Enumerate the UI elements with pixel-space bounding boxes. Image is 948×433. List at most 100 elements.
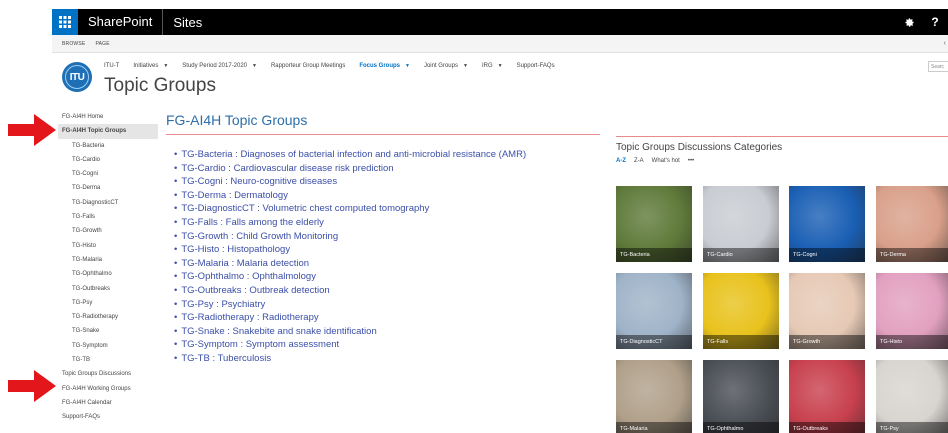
gear-icon[interactable] (896, 9, 922, 35)
sort-option[interactable]: Z-A (634, 158, 644, 164)
category-tile[interactable]: TG-Psy (876, 360, 948, 433)
sort-option[interactable]: A-Z (616, 158, 626, 164)
category-tile[interactable]: TG-Cardio (703, 186, 779, 262)
topic-link[interactable]: TG-Psy : Psychiatry (174, 298, 526, 312)
topic-link[interactable]: TG-Falls : Falls among the elderly (174, 216, 526, 230)
topnav-item[interactable]: Joint Groups ▼ (424, 63, 468, 69)
ribbon-tab-page[interactable]: PAGE (95, 41, 109, 47)
help-button[interactable]: ? (922, 9, 948, 35)
leftnav-item[interactable]: TG-Snake (58, 324, 158, 338)
discussions-title: Topic Groups Discussions Categories (616, 142, 783, 153)
topnav-item-label: Focus Groups (359, 63, 401, 69)
divider (166, 134, 600, 135)
leftnav-item[interactable]: FG-AI4H Home (58, 110, 158, 124)
tile-caption: TG-Psy (876, 422, 948, 433)
tile-caption: TG-Growth (789, 335, 865, 349)
leftnav-item[interactable]: TG-Derma (58, 181, 158, 195)
caret-down-icon[interactable]: ▼ (252, 63, 257, 69)
topic-link[interactable]: TG-Ophthalmo : Ophthalmology (174, 270, 526, 284)
suite-bar: SharePoint Sites ? (52, 9, 948, 35)
leftnav-item[interactable]: FG-AI4H Topic Groups (58, 124, 158, 139)
tile-caption: TG-Derma (876, 248, 948, 262)
topnav-item[interactable]: ITU-T (104, 63, 119, 69)
category-tile[interactable]: TG-Bacteria (616, 186, 692, 262)
topnav-item-label: Rapporteur Group Meetings (270, 63, 346, 69)
leftnav-item[interactable]: Support-FAQs (58, 410, 158, 424)
caret-down-icon[interactable]: ▼ (463, 63, 468, 69)
topnav-item[interactable]: Support-FAQs (517, 63, 555, 69)
sites-link[interactable]: Sites (173, 15, 202, 30)
left-navigation: FG-AI4H Home FG-AI4H Topic Groups TG-Bacte… (58, 110, 158, 425)
chevron-left-icon[interactable]: ‹ (943, 40, 946, 47)
topnav-item[interactable]: Initiatives ▼ (133, 63, 168, 69)
leftnav-item[interactable]: TG-Malaria (58, 253, 158, 267)
leftnav-item[interactable]: TG-Growth (58, 224, 158, 238)
leftnav-item[interactable]: TG-DiagnosticCT (58, 196, 158, 210)
leftnav-item[interactable]: FG-AI4H Working Groups (58, 382, 158, 396)
ribbon: BROWSE PAGE ‹ (52, 35, 948, 53)
topnav-item-label: Joint Groups (423, 63, 458, 69)
category-tile[interactable]: TG-Histo (876, 273, 948, 349)
tile-caption: TG-Ophthalmo (703, 422, 779, 433)
search-input[interactable]: Searc (928, 61, 948, 72)
leftnav-item[interactable]: TG-Radiotherapy (58, 310, 158, 324)
app-title[interactable]: SharePoint (88, 9, 164, 35)
sort-options: A-Z Z-A What's hot ••• (616, 158, 702, 164)
leftnav-item[interactable]: TG-Ophthalmo (58, 267, 158, 281)
topic-link[interactable]: TG-TB : Tuberculosis (174, 352, 526, 366)
topic-link[interactable]: TG-Symptom : Symptom assessment (174, 338, 526, 352)
leftnav-item[interactable]: TG-Falls (58, 210, 158, 224)
caret-down-icon[interactable]: ▼ (498, 63, 503, 69)
topic-link[interactable]: TG-Growth : Child Growth Monitoring (174, 230, 526, 244)
tile-caption: TG-DiagnosticCT (616, 335, 692, 349)
topic-link[interactable]: TG-DiagnosticCT : Volumetric chest compu… (174, 202, 526, 216)
leftnav-item[interactable]: TG-Cardio (58, 153, 158, 167)
topic-link[interactable]: TG-Radiotherapy : Radiotherapy (174, 311, 526, 325)
category-tile[interactable]: TG-Derma (876, 186, 948, 262)
category-tile[interactable]: TG-Ophthalmo (703, 360, 779, 433)
leftnav-item[interactable]: TG-Psy (58, 296, 158, 310)
topnav-item-label: Study Period 2017-2020 (182, 63, 248, 69)
category-tile[interactable]: TG-Malaria (616, 360, 692, 433)
tile-caption: TG-Falls (703, 335, 779, 349)
topnav-item[interactable]: Rapporteur Group Meetings (271, 63, 345, 69)
leftnav-item[interactable]: TG-Symptom (58, 339, 158, 353)
topnav-item[interactable]: Focus Groups ▼ (359, 63, 410, 69)
category-tile[interactable]: TG-Outbreaks (789, 360, 865, 433)
sort-option[interactable]: ••• (688, 158, 694, 164)
caret-down-icon[interactable]: ▼ (405, 63, 410, 69)
leftnav-item[interactable]: TG-Cogni (58, 167, 158, 181)
topic-link[interactable]: TG-Histo : Histopathology (174, 243, 526, 257)
topic-link[interactable]: TG-Outbreaks : Outbreak detection (174, 284, 526, 298)
caret-down-icon[interactable]: ▼ (163, 63, 168, 69)
topic-link[interactable]: TG-Malaria : Malaria detection (174, 257, 526, 271)
ribbon-tab-browse[interactable]: BROWSE (62, 41, 85, 47)
tile-caption: TG-Bacteria (616, 248, 692, 262)
leftnav-item[interactable]: TG-TB (58, 353, 158, 367)
topic-link[interactable]: TG-Cogni : Neuro-cognitive diseases (174, 175, 526, 189)
category-tile[interactable]: TG-Falls (703, 273, 779, 349)
leftnav-item[interactable]: FG-AI4H Calendar (58, 396, 158, 410)
leftnav-item[interactable]: TG-Bacteria (58, 139, 158, 153)
app-launcher-icon[interactable] (52, 9, 78, 35)
topnav-item[interactable]: IRG ▼ (482, 63, 503, 69)
page-title: Topic Groups (104, 75, 216, 96)
topic-link[interactable]: TG-Snake : Snakebite and snake identific… (174, 325, 526, 339)
topic-link[interactable]: TG-Bacteria : Diagnoses of bacterial inf… (174, 148, 526, 162)
top-navigation: ITU-T Initiatives ▼ Study Period 2017-2020 ▼… (104, 63, 569, 69)
topic-link[interactable]: TG-Derma : Dermatology (174, 189, 526, 203)
tile-caption: TG-Outbreaks (789, 422, 865, 433)
leftnav-item[interactable]: TG-Histo (58, 239, 158, 253)
topnav-item-label: Support-FAQs (516, 63, 555, 69)
itu-logo[interactable]: ITU (62, 62, 92, 92)
category-tile[interactable]: TG-Cogni (789, 186, 865, 262)
leftnav-item[interactable]: Topic Groups Discussions (58, 367, 158, 381)
tile-caption: TG-Malaria (616, 422, 692, 433)
sort-option[interactable]: What's hot (652, 158, 680, 164)
category-tile[interactable]: TG-DiagnosticCT (616, 273, 692, 349)
topnav-item-label: Initiatives (133, 63, 159, 69)
category-tile[interactable]: TG-Growth (789, 273, 865, 349)
topic-link[interactable]: TG-Cardio : Cardiovascular disease risk … (174, 162, 526, 176)
leftnav-item[interactable]: TG-Outbreaks (58, 282, 158, 296)
topnav-item[interactable]: Study Period 2017-2020 ▼ (182, 63, 257, 69)
